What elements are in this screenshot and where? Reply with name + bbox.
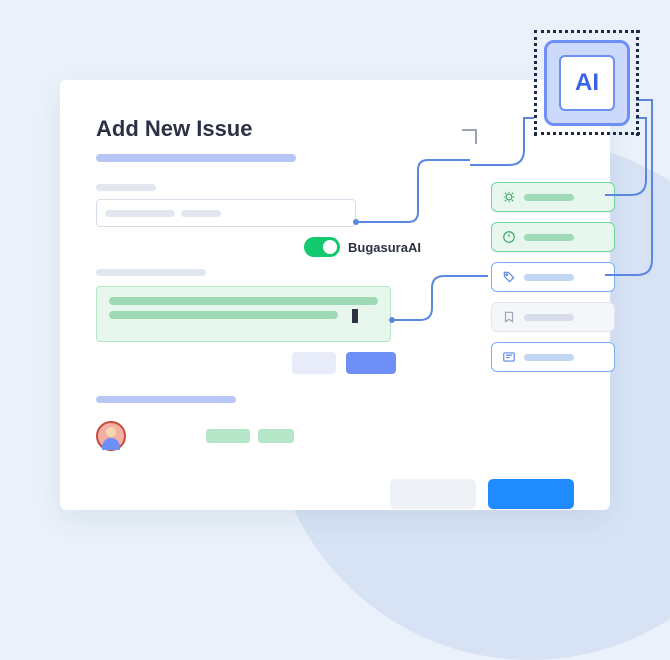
bookmark-icon: [502, 310, 516, 324]
page-title: Add New Issue: [96, 116, 574, 142]
suggestion-pill-alert[interactable]: [491, 222, 615, 252]
assignee-avatar[interactable]: [96, 421, 126, 451]
title-accent: [96, 154, 296, 162]
ai-suggestion-list: [491, 182, 615, 372]
ai-chip-label: AI: [559, 55, 615, 111]
assignee-label-skeleton: [96, 396, 236, 403]
secondary-action-button[interactable]: [292, 352, 336, 374]
ai-toggle[interactable]: [304, 237, 340, 257]
suggestion-pill-bookmark[interactable]: [491, 302, 615, 332]
ai-toggle-label: BugasuraAI: [348, 240, 421, 255]
suggestion-pill-tag[interactable]: [491, 262, 615, 292]
field-label-skeleton: [96, 184, 156, 191]
suggestion-pill-list[interactable]: [491, 342, 615, 372]
text-cursor: [352, 309, 358, 323]
ai-processor-chip: AI: [534, 30, 640, 136]
issue-title-input[interactable]: [96, 199, 356, 227]
cancel-button[interactable]: [390, 479, 476, 509]
primary-action-button[interactable]: [346, 352, 396, 374]
toggle-knob: [323, 240, 337, 254]
suggestion-pill-bug[interactable]: [491, 182, 615, 212]
bug-icon: [502, 190, 516, 204]
submit-button[interactable]: [488, 479, 574, 509]
tag-chip[interactable]: [258, 429, 294, 443]
alert-circle-icon: [502, 230, 516, 244]
tag-icon: [502, 270, 516, 284]
tag-chip[interactable]: [206, 429, 250, 443]
ai-description-textarea[interactable]: [96, 286, 391, 342]
field-label-skeleton: [96, 269, 206, 276]
list-icon: [502, 350, 516, 364]
